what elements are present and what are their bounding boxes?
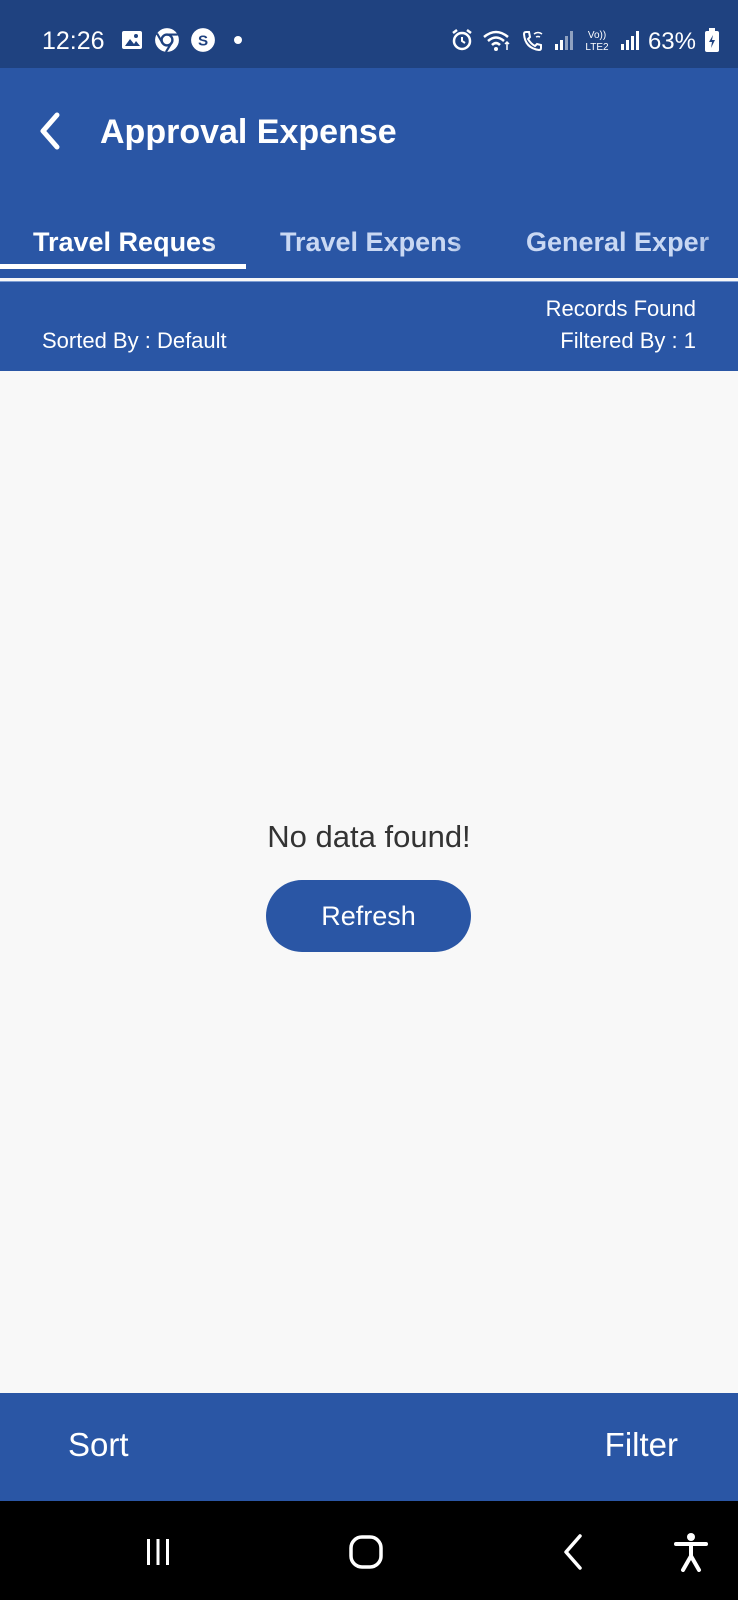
refresh-button[interactable]: Refresh — [266, 880, 471, 952]
chrome-icon — [154, 27, 180, 58]
s-app-icon: S — [190, 27, 216, 58]
battery-percentage: 63% — [647, 28, 696, 55]
home-icon — [346, 1532, 386, 1577]
sort-button[interactable]: Sort — [68, 1423, 129, 1467]
signal-icon — [554, 28, 574, 57]
page-title: Approval Expense — [100, 113, 397, 151]
system-nav-bar — [0, 1501, 738, 1600]
content-area: No data found! Refresh — [0, 371, 738, 1393]
svg-text:LTE2: LTE2 — [585, 42, 609, 53]
tab-indicator — [0, 264, 246, 269]
tab-fade — [698, 194, 738, 274]
dot-icon — [226, 28, 250, 57]
accessibility-icon — [673, 1532, 709, 1577]
tab-fade — [206, 194, 246, 274]
back-icon — [556, 1532, 592, 1577]
status-icons-right: Vo)) LTE2 63% — [450, 27, 720, 58]
recent-apps-button[interactable] — [133, 1529, 183, 1579]
svg-text:Vo)): Vo)) — [588, 30, 606, 41]
recent-apps-icon — [140, 1534, 176, 1575]
info-bar: Sorted By : Default Records Found Filter… — [0, 282, 738, 371]
app-bar: Approval Expense Travel Reques Travel Ex… — [0, 68, 738, 278]
tab-travel-request[interactable]: Travel Reques — [0, 194, 246, 274]
volte-icon: Vo)) LTE2 — [582, 27, 612, 58]
nav-back-button[interactable] — [549, 1529, 599, 1579]
sorted-by-text: Sorted By : Default — [42, 328, 227, 353]
tab-general-expense[interactable]: General Exper — [492, 194, 738, 274]
alarm-icon — [450, 28, 474, 57]
wifi-calling-icon — [520, 28, 546, 57]
status-bar: 12:26 S Vo)) LTE2 63% — [0, 0, 738, 68]
wifi-icon — [482, 28, 512, 57]
accessibility-button[interactable] — [666, 1529, 716, 1579]
chevron-left-icon — [35, 111, 65, 156]
bottom-action-bar: Sort Filter — [0, 1393, 738, 1501]
gallery-icon — [120, 28, 144, 57]
home-button[interactable] — [341, 1529, 391, 1579]
back-button[interactable] — [30, 108, 70, 158]
tab-travel-expense[interactable]: Travel Expens — [246, 194, 492, 274]
status-icons-left: S — [120, 27, 250, 57]
status-time: 12:26 — [42, 27, 105, 55]
filtered-by-text: Filtered By : 1 — [560, 328, 696, 353]
battery-icon — [704, 27, 720, 58]
filter-button[interactable]: Filter — [605, 1423, 678, 1467]
empty-state-message: No data found! — [267, 819, 471, 854]
records-found-text: Records Found — [545, 296, 696, 321]
svg-text:S: S — [198, 32, 208, 49]
tab-fade — [452, 194, 492, 274]
signal-icon — [620, 28, 640, 57]
